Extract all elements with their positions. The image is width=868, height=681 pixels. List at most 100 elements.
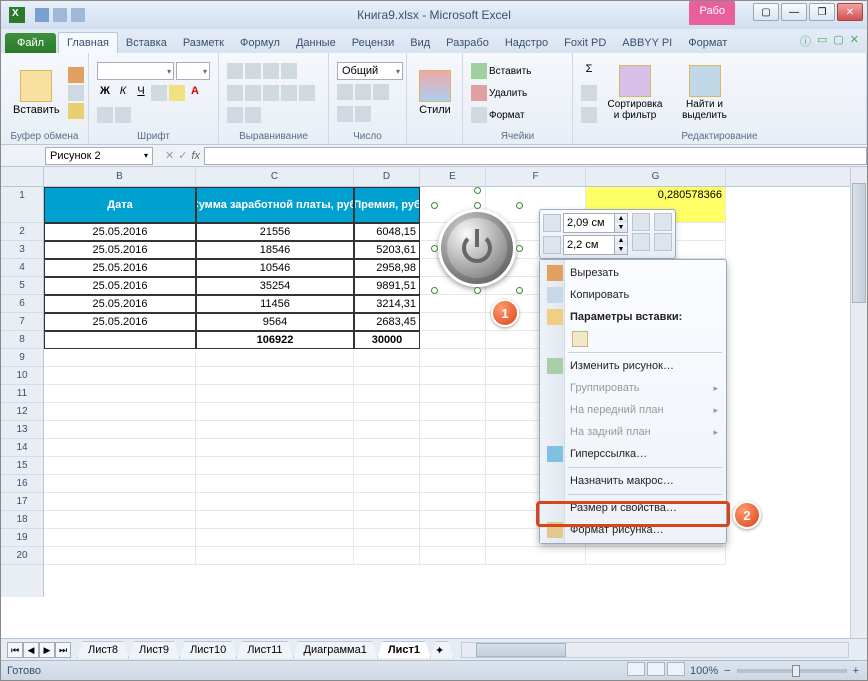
font-name-combo[interactable] bbox=[97, 62, 174, 80]
row-header[interactable]: 16 bbox=[1, 475, 43, 493]
cell[interactable] bbox=[196, 529, 354, 547]
dec-decimal-icon[interactable] bbox=[355, 106, 371, 122]
cell[interactable] bbox=[196, 493, 354, 511]
cell[interactable]: 9891,51 bbox=[354, 277, 420, 295]
scrollbar-thumb[interactable] bbox=[476, 643, 566, 657]
vertical-scrollbar[interactable] bbox=[850, 167, 867, 638]
row-header[interactable]: 18 bbox=[1, 511, 43, 529]
col-header[interactable]: C bbox=[196, 167, 354, 186]
cell[interactable] bbox=[196, 439, 354, 457]
crop-width-icon[interactable] bbox=[543, 236, 561, 254]
cell[interactable] bbox=[196, 367, 354, 385]
minimize-button[interactable]: — bbox=[781, 3, 807, 21]
tab-addins[interactable]: Надстро bbox=[497, 33, 556, 53]
row-header[interactable]: 7 bbox=[1, 313, 43, 331]
qat-redo-icon[interactable] bbox=[71, 8, 85, 22]
percent-icon[interactable] bbox=[355, 84, 371, 100]
row-header[interactable]: 1 bbox=[1, 187, 43, 223]
cell[interactable] bbox=[44, 457, 196, 475]
row-header[interactable]: 17 bbox=[1, 493, 43, 511]
row-header[interactable]: 15 bbox=[1, 457, 43, 475]
sheet-tab[interactable]: Диаграмма1 bbox=[293, 641, 378, 659]
cell[interactable]: 25.05.2016 bbox=[44, 295, 196, 313]
format-painter-icon[interactable] bbox=[68, 103, 84, 119]
view-normal-icon[interactable] bbox=[627, 662, 645, 676]
tab-view[interactable]: Вид bbox=[402, 33, 438, 53]
cell[interactable]: 3214,31 bbox=[354, 295, 420, 313]
ctx-paste-option-picture[interactable] bbox=[542, 328, 724, 350]
new-sheet-button[interactable]: ✦ bbox=[430, 641, 454, 659]
cell[interactable] bbox=[354, 547, 420, 565]
sheet-nav-prev-icon[interactable]: ◀ bbox=[23, 642, 39, 658]
spin-down-icon[interactable]: ▼ bbox=[615, 245, 627, 254]
indent-dec-icon[interactable] bbox=[281, 85, 297, 101]
file-tab[interactable]: Файл bbox=[5, 33, 56, 53]
tab-developer[interactable]: Разрабо bbox=[438, 33, 497, 53]
paste-button[interactable]: Вставить bbox=[9, 68, 64, 118]
cell[interactable]: 10546 bbox=[196, 259, 354, 277]
zoom-in-button[interactable]: + bbox=[853, 665, 859, 677]
row-header[interactable]: 12 bbox=[1, 403, 43, 421]
cancel-formula-icon[interactable]: ✕ bbox=[165, 149, 174, 162]
width-spinner[interactable]: ▲▼ bbox=[563, 235, 628, 255]
cell[interactable] bbox=[420, 331, 486, 349]
currency-icon[interactable] bbox=[337, 84, 353, 100]
row-header[interactable]: 20 bbox=[1, 547, 43, 565]
align-right-icon[interactable] bbox=[263, 85, 279, 101]
cut-icon[interactable] bbox=[68, 67, 84, 83]
cell[interactable] bbox=[354, 349, 420, 367]
width-value[interactable] bbox=[564, 239, 614, 251]
cell[interactable] bbox=[196, 421, 354, 439]
indent-inc-icon[interactable] bbox=[299, 85, 315, 101]
cell[interactable]: 30000 bbox=[354, 331, 420, 349]
insert-cells-label[interactable]: Вставить bbox=[489, 66, 531, 77]
cell[interactable]: 5203,61 bbox=[354, 241, 420, 259]
row-header[interactable]: 9 bbox=[1, 349, 43, 367]
cell[interactable] bbox=[354, 457, 420, 475]
border-icon[interactable] bbox=[151, 85, 167, 101]
tab-pagelayout[interactable]: Разметк bbox=[175, 33, 232, 53]
formula-input[interactable] bbox=[204, 147, 867, 165]
col-header[interactable]: G bbox=[586, 167, 726, 186]
find-select-button[interactable]: Найти и выделить bbox=[673, 63, 736, 123]
italic-icon[interactable]: К bbox=[115, 85, 131, 101]
comma-icon[interactable] bbox=[373, 84, 389, 100]
cell[interactable] bbox=[196, 457, 354, 475]
maximize-button[interactable]: ❐ bbox=[809, 3, 835, 21]
cell[interactable] bbox=[420, 367, 486, 385]
cell[interactable] bbox=[44, 529, 196, 547]
autosum-icon[interactable]: Σ bbox=[581, 63, 597, 79]
cell[interactable]: 18546 bbox=[196, 241, 354, 259]
sheet-tab[interactable]: Лист11 bbox=[236, 641, 293, 659]
view-pagebreak-icon[interactable] bbox=[667, 662, 685, 676]
cell[interactable] bbox=[420, 295, 486, 313]
sheet-nav-first-icon[interactable]: ⏮ bbox=[7, 642, 23, 658]
cell[interactable] bbox=[44, 367, 196, 385]
styles-button[interactable]: Стили bbox=[415, 68, 455, 118]
ctx-size-properties[interactable]: Размер и свойства… bbox=[542, 497, 724, 519]
col-header[interactable]: E bbox=[420, 167, 486, 186]
cell[interactable] bbox=[44, 331, 196, 349]
row-header[interactable]: 6 bbox=[1, 295, 43, 313]
insert-cells-icon[interactable] bbox=[471, 63, 487, 79]
scrollbar-thumb[interactable] bbox=[852, 183, 866, 303]
cell[interactable] bbox=[196, 511, 354, 529]
cell[interactable] bbox=[196, 547, 354, 565]
cell[interactable] bbox=[354, 367, 420, 385]
cell[interactable] bbox=[44, 421, 196, 439]
cell[interactable] bbox=[420, 511, 486, 529]
cell[interactable] bbox=[420, 547, 486, 565]
cell[interactable] bbox=[354, 403, 420, 421]
fill-color-icon[interactable] bbox=[169, 85, 185, 101]
ctx-copy[interactable]: Копировать bbox=[542, 284, 724, 306]
cell[interactable] bbox=[196, 385, 354, 403]
cell[interactable] bbox=[196, 349, 354, 367]
bring-forward-icon[interactable] bbox=[632, 213, 650, 231]
picture-style-icon[interactable] bbox=[654, 233, 672, 251]
cell[interactable] bbox=[44, 439, 196, 457]
cell[interactable] bbox=[354, 529, 420, 547]
qat-undo-icon[interactable] bbox=[53, 8, 67, 22]
cell[interactable] bbox=[354, 439, 420, 457]
cell[interactable] bbox=[44, 403, 196, 421]
tab-formulas[interactable]: Формул bbox=[232, 33, 288, 53]
